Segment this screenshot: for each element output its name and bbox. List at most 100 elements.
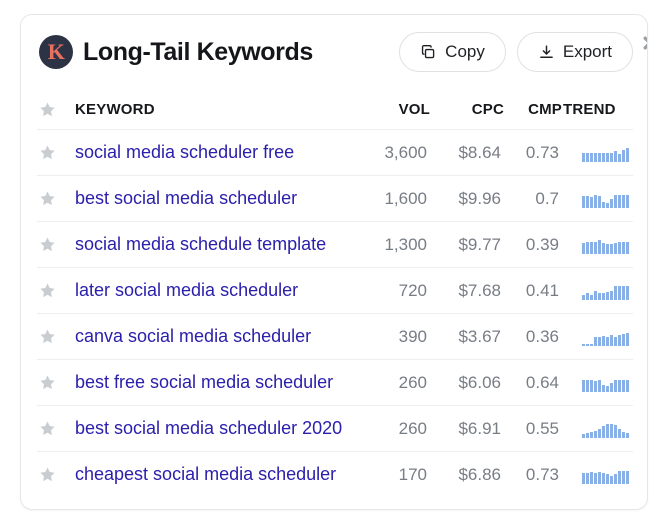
column-header-vol[interactable]: VOL (354, 101, 430, 118)
favorite-star-cell[interactable] (37, 190, 69, 207)
keyword-cell: best free social media scheduler (69, 372, 351, 393)
download-icon (538, 44, 555, 61)
favorite-star-cell[interactable] (37, 144, 69, 161)
competition-cell: 0.73 (525, 142, 559, 162)
keyword-cell: later social media scheduler (69, 280, 351, 301)
column-header-star (37, 101, 69, 118)
column-header-cpc[interactable]: CPC (430, 101, 504, 118)
table-row[interactable]: social media scheduler free 3,600 $8.64 0.7… (37, 129, 633, 175)
export-button-label: Export (562, 42, 612, 61)
trend-cell (559, 144, 633, 162)
keyword-cell: social media schedule template (69, 234, 351, 255)
keywords-table: KEYWORD VOL CPC CMP TREND social media s… (21, 89, 647, 497)
competition-cell: 0.7 (535, 188, 559, 208)
keyword-cell: cheapest social media scheduler (69, 464, 351, 485)
keyword-cell: social media scheduler free (69, 142, 351, 163)
favorite-star-cell[interactable] (37, 466, 69, 483)
competition-cell: 0.73 (525, 464, 559, 484)
keyword-cell: best social media scheduler 2020 (69, 418, 351, 439)
table-row[interactable]: canva social media scheduler 390 $3.67 0.36 (37, 313, 633, 359)
cpc-cell: $9.96 (458, 188, 501, 208)
keyword-link[interactable]: cheapest social media scheduler (75, 464, 336, 484)
star-icon[interactable] (39, 374, 56, 391)
competition-cell: 0.36 (525, 326, 559, 346)
table-row[interactable]: later social media scheduler 720 $7.68 0.41 (37, 267, 633, 313)
keyword-cell: best social media scheduler (69, 188, 351, 209)
export-button[interactable]: Export (516, 32, 633, 72)
table-row[interactable]: best social media scheduler 2020 260 $6.91… (37, 405, 633, 451)
star-icon[interactable] (39, 282, 56, 299)
cpc-cell: $7.68 (458, 280, 501, 300)
card-header: K Long-Tail Keywords Copy Export (21, 15, 647, 89)
trend-sparkline (582, 144, 629, 162)
keyword-link[interactable]: later social media scheduler (75, 280, 298, 300)
trend-sparkline (582, 236, 629, 254)
trend-sparkline (582, 190, 629, 208)
page-title: Long-Tail Keywords (83, 37, 313, 66)
volume-cell: 260 (398, 372, 427, 392)
keyword-link[interactable]: canva social media scheduler (75, 326, 311, 346)
column-header-cmp[interactable]: CMP (504, 101, 562, 118)
volume-cell: 390 (398, 326, 427, 346)
cpc-cell: $6.86 (458, 464, 501, 484)
logo-letter: K (47, 39, 65, 64)
cpc-cell: $8.64 (458, 142, 501, 162)
trend-cell (559, 236, 633, 254)
competition-cell: 0.41 (525, 280, 559, 300)
copy-button[interactable]: Copy (399, 32, 506, 72)
star-icon[interactable] (39, 144, 56, 161)
table-row[interactable]: social media schedule template 1,300 $9.77… (37, 221, 633, 267)
keyword-cell: canva social media scheduler (69, 326, 351, 347)
volume-cell: 1,600 (384, 188, 427, 208)
keyword-link[interactable]: social media scheduler free (75, 142, 294, 162)
favorite-star-cell[interactable] (37, 282, 69, 299)
star-icon[interactable] (39, 236, 56, 253)
volume-cell: 260 (398, 418, 427, 438)
volume-cell: 1,300 (384, 234, 427, 254)
competition-cell: 0.55 (525, 418, 559, 438)
long-tail-keywords-card: K Long-Tail Keywords Copy Export KEYWORD… (20, 14, 648, 510)
volume-cell: 720 (398, 280, 427, 300)
competition-cell: 0.39 (525, 234, 559, 254)
table-header-row: KEYWORD VOL CPC CMP TREND (37, 89, 633, 129)
copy-button-label: Copy (445, 42, 485, 61)
volume-cell: 170 (398, 464, 427, 484)
cpc-cell: $6.06 (458, 372, 501, 392)
favorite-star-cell[interactable] (37, 236, 69, 253)
trend-cell (559, 328, 633, 346)
table-row[interactable]: best free social media scheduler 260 $6.06… (37, 359, 633, 405)
keyword-link[interactable]: best free social media scheduler (75, 372, 333, 392)
trend-cell (559, 420, 633, 438)
table-body: social media scheduler free 3,600 $8.64 0.7… (37, 129, 633, 497)
favorite-star-cell[interactable] (37, 374, 69, 391)
keyword-link[interactable]: best social media scheduler 2020 (75, 418, 342, 438)
keyword-link[interactable]: best social media scheduler (75, 188, 297, 208)
favorite-star-cell[interactable] (37, 420, 69, 437)
keyword-link[interactable]: social media schedule template (75, 234, 326, 254)
star-icon[interactable] (39, 328, 56, 345)
trend-sparkline (582, 374, 629, 392)
header-actions: Copy Export (399, 32, 633, 72)
trend-sparkline (582, 282, 629, 300)
column-header-keyword[interactable]: KEYWORD (69, 101, 354, 118)
trend-sparkline (582, 328, 629, 346)
star-icon[interactable] (39, 420, 56, 437)
favorite-star-cell[interactable] (37, 328, 69, 345)
trend-cell (559, 374, 633, 392)
star-icon[interactable] (39, 190, 56, 207)
trend-cell (559, 466, 633, 484)
table-row[interactable]: best social media scheduler 1,600 $9.96 0.7 (37, 175, 633, 221)
cpc-cell: $9.77 (458, 234, 501, 254)
trend-sparkline (582, 466, 629, 484)
copy-icon (420, 44, 437, 61)
close-icon[interactable] (639, 32, 647, 54)
cpc-cell: $3.67 (458, 326, 501, 346)
table-row[interactable]: cheapest social media scheduler 170 $6.86 0… (37, 451, 633, 497)
app-logo-icon: K (39, 35, 73, 69)
star-icon[interactable] (39, 466, 56, 483)
competition-cell: 0.64 (525, 372, 559, 392)
volume-cell: 3,600 (384, 142, 427, 162)
column-header-trend[interactable]: TREND (562, 101, 633, 118)
trend-cell (559, 190, 633, 208)
trend-cell (559, 282, 633, 300)
